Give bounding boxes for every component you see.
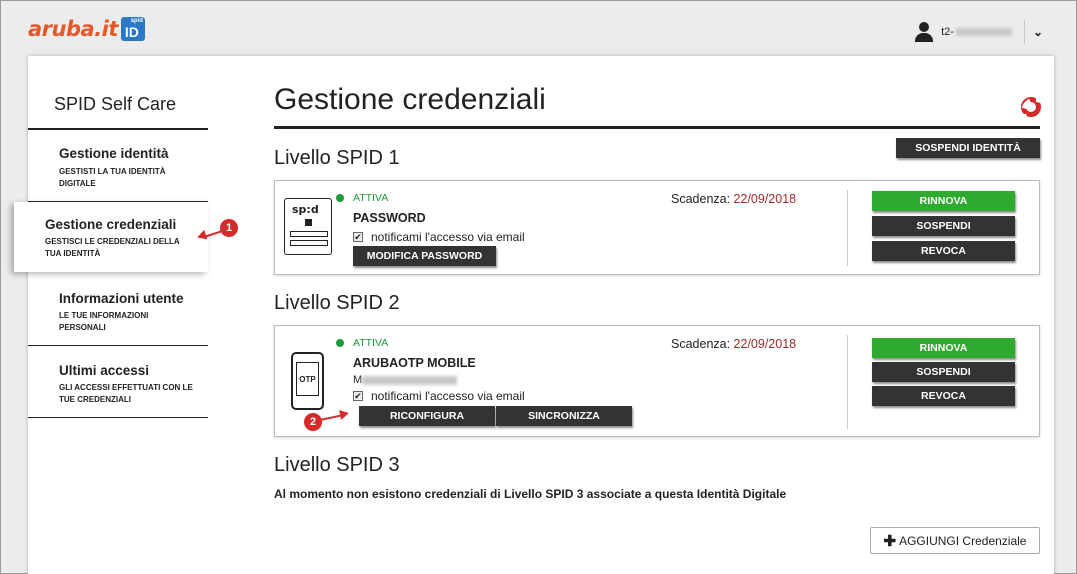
sidebar-title: SPID Self Care (54, 94, 177, 114)
renew-button[interactable]: RINNOVA (872, 191, 1015, 211)
divider (1023, 20, 1025, 44)
user-menu[interactable]: t2- ⌄ (915, 20, 1043, 44)
notify-email-checkbox-row[interactable]: ✔ notificami l'accesso via email (353, 230, 525, 244)
expiry-info: Scadenza: 22/09/2018 (671, 337, 796, 351)
plus-icon: ✚ (883, 532, 897, 550)
sidebar-item-subtitle: LE TUE INFORMAZIONI PERSONALI (59, 311, 149, 332)
credential-name: ARUBAOTP MOBILE (353, 356, 476, 370)
add-credential-label: AGGIUNGI Credenziale (899, 533, 1027, 548)
notify-email-label: notificami l'accesso via email (371, 230, 525, 244)
sidebar-item-label: Informazioni utente (59, 291, 184, 306)
revoke-button[interactable]: REVOCA (872, 241, 1015, 261)
level3-heading: Livello SPID 3 (274, 454, 400, 476)
expiry-date: 22/09/2018 (733, 192, 797, 206)
level3-empty-message: Al momento non esistono credenziali di L… (274, 487, 787, 501)
credential-name: PASSWORD (353, 211, 426, 225)
sidebar-item-label: Ultimi accessi (59, 363, 150, 378)
checkbox-checked-icon[interactable]: ✔ (353, 391, 363, 401)
badge-id-text: ID (124, 24, 139, 40)
user-icon (915, 22, 934, 42)
otp-screen-label: OTP (296, 362, 319, 396)
credential-card-otp: OTP ATTIVA ARUBAOTP MOBILE M ✔ notificam… (274, 325, 1040, 437)
expiry-info: Scadenza: 22/09/2018 (671, 192, 796, 206)
status-dot-icon (336, 339, 344, 347)
level2-heading: Livello SPID 2 (274, 292, 400, 314)
sidebar-item-label: Gestione credenziali (45, 217, 177, 232)
annotation-marker-1: 1 (220, 219, 238, 237)
expiry-date: 22/09/2018 (733, 337, 797, 351)
credential-card-password: sp:d ATTIVA PASSWORD ✔ notificami l'acce… (274, 180, 1040, 275)
logo-text: aruba.it (28, 17, 118, 41)
user-name: t2- (941, 26, 1012, 38)
sidebar-item-informazioni-utente[interactable]: Informazioni utente LE TUE INFORMAZIONI … (28, 272, 208, 346)
chevron-down-icon[interactable]: ⌄ (1033, 25, 1043, 39)
spid-password-device-icon: sp:d (284, 198, 332, 255)
password-field-glyph (290, 240, 328, 246)
sidebar-item-label: Gestione identità (59, 146, 169, 161)
annotation-marker-2: 2 (304, 413, 322, 431)
credential-phone: M (353, 374, 458, 386)
page-title-rule (274, 126, 1040, 129)
synchronize-button[interactable]: SINCRONIZZA (496, 406, 632, 426)
card-divider (847, 190, 848, 266)
reconfigure-button[interactable]: RICONFIGURA (359, 406, 495, 426)
phone-prefix: M (353, 374, 363, 386)
modify-password-button[interactable]: MODIFICA PASSWORD (353, 246, 496, 266)
lock-icon (305, 219, 312, 226)
add-credential-button[interactable]: ✚ AGGIUNGI Credenziale (870, 527, 1040, 554)
help-lifebuoy-icon[interactable] (1021, 97, 1051, 127)
renew-button[interactable]: RINNOVA (872, 338, 1015, 358)
user-name-redacted (955, 28, 1012, 37)
smartphone-otp-icon: OTP (291, 352, 324, 410)
sidebar-item-subtitle: GESTISTI LA TUA IDENTITÀ DIGITALE (59, 167, 166, 188)
card-divider (847, 335, 848, 429)
annotation-arrow-head (339, 408, 350, 420)
status-dot-icon (336, 194, 344, 202)
page-title: Gestione credenziali (274, 83, 546, 116)
sidebar-item-gestione-identita[interactable]: Gestione identità GESTISTI LA TUA IDENTI… (28, 130, 208, 202)
checkbox-checked-icon[interactable]: ✔ (353, 232, 363, 242)
status-label: ATTIVA (353, 337, 389, 349)
user-field-glyph (290, 231, 328, 237)
expiry-label: Scadenza: (671, 337, 734, 351)
notify-email-label: notificami l'accesso via email (371, 389, 525, 403)
revoke-button[interactable]: REVOCA (872, 386, 1015, 406)
phone-redacted (362, 375, 458, 385)
status-label: ATTIVA (353, 192, 389, 204)
sidebar-item-subtitle: GESTISCI LE CREDENZIALI DELLA TUA IDENTI… (45, 237, 180, 258)
content-panel: SPID Self Care Gestione identità GESTIST… (14, 56, 1054, 574)
expiry-label: Scadenza: (671, 192, 734, 206)
sidebar-item-ultimi-accessi[interactable]: Ultimi accessi GLI ACCESSI EFFETTUATI CO… (28, 346, 208, 418)
suspend-identity-button[interactable]: SOSPENDI IDENTITÀ (896, 138, 1040, 158)
spid-id-badge: spid ID (120, 17, 145, 41)
notify-email-checkbox-row[interactable]: ✔ notificami l'accesso via email (353, 389, 525, 403)
suspend-button[interactable]: SOSPENDI (872, 216, 1015, 236)
aruba-spid-logo[interactable]: aruba.it spid ID (28, 14, 145, 44)
sidebar-item-subtitle: GLI ACCESSI EFFETTUATI CON LE TUE CREDEN… (59, 383, 193, 404)
suspend-button[interactable]: SOSPENDI (872, 362, 1015, 382)
sidebar-item-gestione-credenziali[interactable]: Gestione credenziali GESTISCI LE CREDENZ… (14, 202, 208, 272)
device-spid-label: sp:d (292, 203, 319, 216)
level1-heading: Livello SPID 1 (274, 147, 400, 169)
user-name-prefix: t2- (941, 26, 954, 38)
